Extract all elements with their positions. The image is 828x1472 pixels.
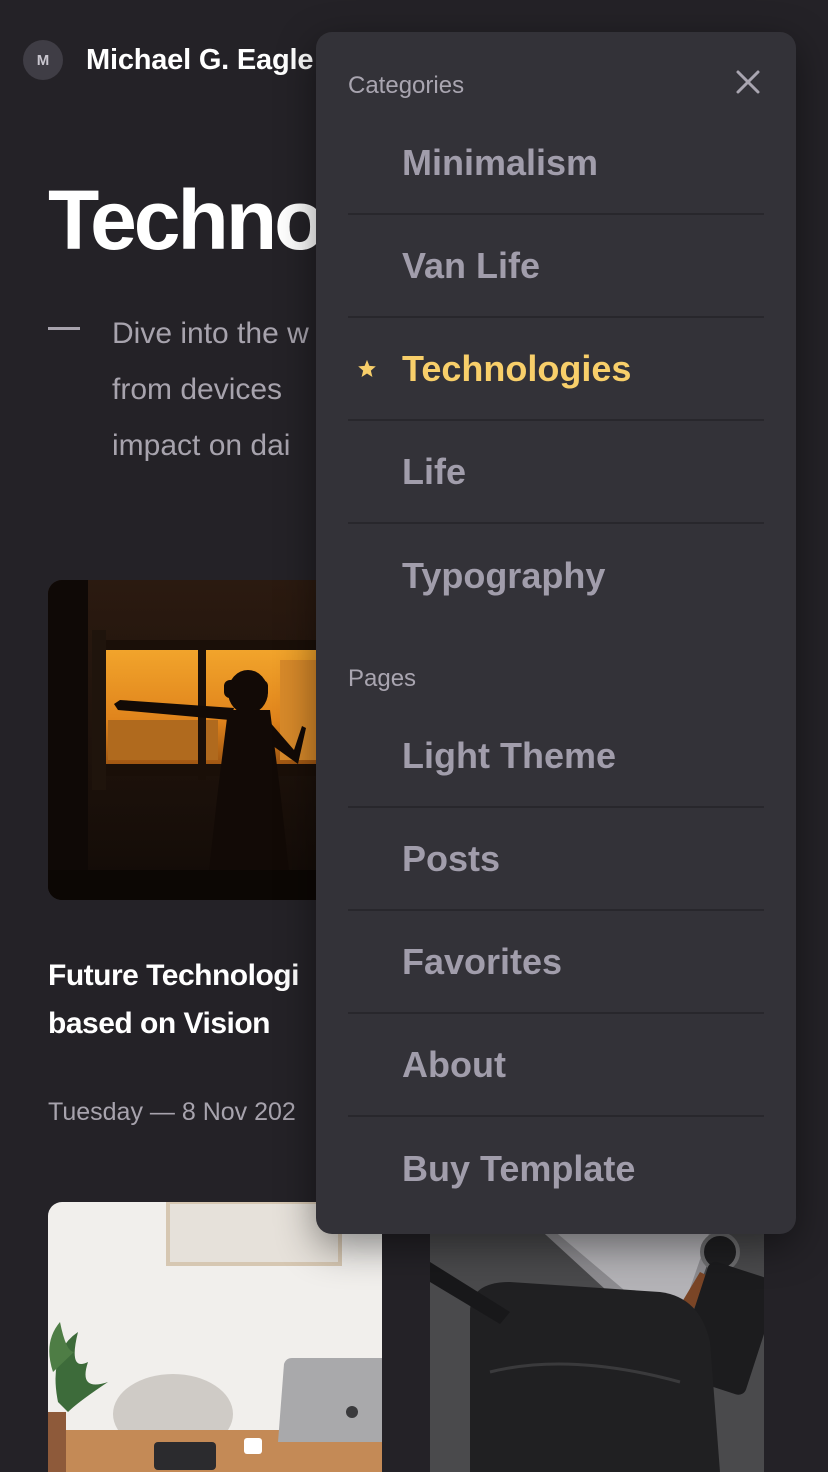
menu-item-buy-template[interactable]: Buy Template [348, 1117, 764, 1220]
menu-item-label: Favorites [402, 940, 563, 982]
menu-item-light-theme[interactable]: Light Theme [348, 705, 764, 808]
close-button[interactable] [728, 62, 768, 102]
categories-heading: Categories [348, 72, 465, 99]
post-title[interactable]: Future Technologi based on Vision [48, 952, 299, 1048]
post-image-desk[interactable] [48, 1202, 382, 1472]
star-icon [358, 359, 376, 377]
menu-item-label: Buy Template [402, 1147, 636, 1189]
post-date: Tuesday — 8 Nov 202 [48, 1098, 296, 1126]
categories-list: Minimalism Van Life Technologies Life Ty… [348, 112, 764, 627]
menu-item-label: Minimalism [402, 141, 599, 183]
menu-item-minimalism[interactable]: Minimalism [348, 112, 764, 215]
pages-list: Light Theme Posts Favorites About Buy Te… [348, 705, 764, 1220]
menu-item-van-life[interactable]: Van Life [348, 215, 764, 318]
menu-item-typography[interactable]: Typography [348, 524, 764, 627]
menu-item-label: Posts [402, 837, 501, 879]
close-icon [736, 70, 760, 94]
post-title-line: based on Vision [48, 1007, 270, 1040]
menu-item-label: Typography [402, 554, 606, 596]
navigation-menu: Categories Minimalism Van Life Technolog… [316, 32, 796, 1234]
menu-item-favorites[interactable]: Favorites [348, 911, 764, 1014]
post-image-bag[interactable] [430, 1202, 764, 1472]
pages-heading: Pages [348, 665, 417, 692]
menu-item-label: Life [402, 450, 467, 492]
menu-item-life[interactable]: Life [348, 421, 764, 524]
menu-item-label: About [402, 1043, 506, 1085]
menu-item-label: Van Life [402, 244, 541, 286]
page-title: Techno [48, 173, 325, 267]
menu-item-label: Technologies [402, 347, 632, 389]
menu-item-posts[interactable]: Posts [348, 808, 764, 911]
post-title-line: Future Technologi [48, 959, 299, 992]
site-name[interactable]: Michael G. Eagle [86, 44, 313, 77]
menu-item-technologies[interactable]: Technologies [348, 318, 764, 421]
page: M Michael G. Eagle Techno Dive into the … [0, 0, 828, 1472]
description-dash [48, 327, 80, 330]
avatar[interactable]: M [23, 40, 63, 80]
menu-item-about[interactable]: About [348, 1014, 764, 1117]
menu-item-label: Light Theme [402, 734, 616, 776]
